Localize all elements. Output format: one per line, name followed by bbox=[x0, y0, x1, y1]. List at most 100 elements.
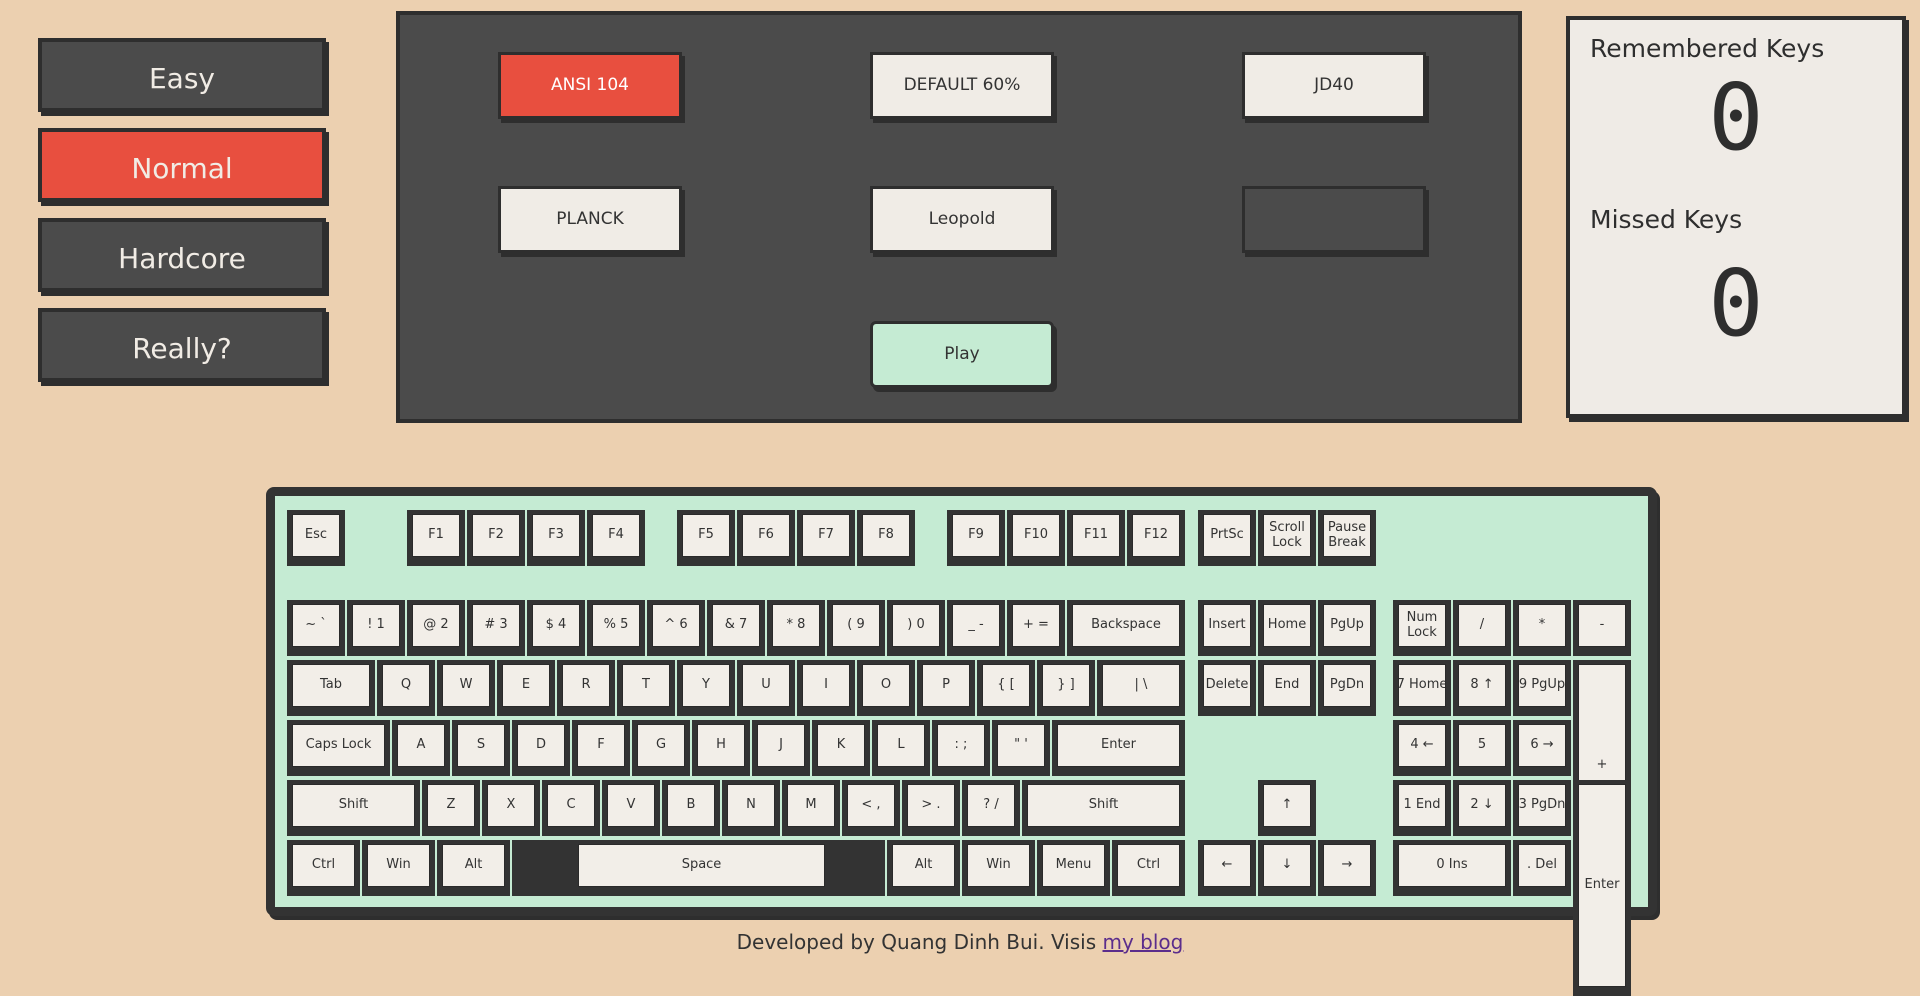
layout-jd40-button[interactable]: JD40 bbox=[1242, 52, 1426, 119]
difficulty-normal-button[interactable]: Normal bbox=[38, 128, 326, 202]
key[interactable]: . Del bbox=[1513, 840, 1571, 896]
key[interactable]: Scroll Lock bbox=[1258, 510, 1316, 566]
key[interactable]: Pause Break bbox=[1318, 510, 1376, 566]
key[interactable]: P bbox=[917, 660, 975, 716]
key[interactable]: # 3 bbox=[467, 600, 525, 656]
key[interactable]: Win bbox=[962, 840, 1035, 896]
key[interactable]: V bbox=[602, 780, 660, 836]
key[interactable]: F3 bbox=[527, 510, 585, 566]
key[interactable]: ^ 6 bbox=[647, 600, 705, 656]
key[interactable]: N bbox=[722, 780, 780, 836]
key[interactable]: Tab bbox=[287, 660, 375, 716]
key[interactable]: < , bbox=[842, 780, 900, 836]
key[interactable]: 3 PgDn bbox=[1513, 780, 1571, 836]
key[interactable]: → bbox=[1318, 840, 1376, 896]
key[interactable]: C bbox=[542, 780, 600, 836]
key[interactable]: D bbox=[512, 720, 570, 776]
key[interactable]: F12 bbox=[1127, 510, 1185, 566]
key[interactable]: Win bbox=[362, 840, 435, 896]
key[interactable]: 4 ← bbox=[1393, 720, 1451, 776]
key[interactable]: * bbox=[1513, 600, 1571, 656]
key[interactable]: / bbox=[1453, 600, 1511, 656]
key[interactable]: R bbox=[557, 660, 615, 716]
key[interactable]: F8 bbox=[857, 510, 915, 566]
layout-leopold-button[interactable]: Leopold bbox=[870, 186, 1054, 253]
key[interactable]: * 8 bbox=[767, 600, 825, 656]
key[interactable]: - bbox=[1573, 600, 1631, 656]
key[interactable]: S bbox=[452, 720, 510, 776]
key[interactable]: 6 → bbox=[1513, 720, 1571, 776]
key[interactable]: F7 bbox=[797, 510, 855, 566]
key[interactable]: ? / bbox=[962, 780, 1020, 836]
key[interactable]: ! 1 bbox=[347, 600, 405, 656]
key[interactable]: Alt bbox=[437, 840, 510, 896]
key[interactable]: T bbox=[617, 660, 675, 716]
key[interactable]: G bbox=[632, 720, 690, 776]
key[interactable]: W bbox=[437, 660, 495, 716]
key[interactable]: F1 bbox=[407, 510, 465, 566]
key[interactable]: 0 Ins bbox=[1393, 840, 1511, 896]
play-button[interactable]: Play bbox=[870, 321, 1054, 388]
key[interactable]: : ; bbox=[932, 720, 990, 776]
key[interactable]: 8 ↑ bbox=[1453, 660, 1511, 716]
key[interactable]: F10 bbox=[1007, 510, 1065, 566]
key[interactable]: + = bbox=[1007, 600, 1065, 656]
key[interactable]: } ] bbox=[1037, 660, 1095, 716]
key[interactable]: PrtSc bbox=[1198, 510, 1256, 566]
key[interactable]: @ 2 bbox=[407, 600, 465, 656]
key[interactable]: O bbox=[857, 660, 915, 716]
key[interactable]: 7 Home bbox=[1393, 660, 1451, 716]
key[interactable]: 9 PgUp bbox=[1513, 660, 1571, 716]
key[interactable]: E bbox=[497, 660, 555, 716]
key[interactable]: PgDn bbox=[1318, 660, 1376, 716]
key[interactable]: Shift bbox=[1022, 780, 1185, 836]
key[interactable]: Space bbox=[512, 840, 885, 896]
key[interactable]: Insert bbox=[1198, 600, 1256, 656]
key[interactable]: Menu bbox=[1037, 840, 1110, 896]
key[interactable]: I bbox=[797, 660, 855, 716]
key[interactable]: Y bbox=[677, 660, 735, 716]
key[interactable]: End bbox=[1258, 660, 1316, 716]
key[interactable]: Ctrl bbox=[1112, 840, 1185, 896]
difficulty-easy-button[interactable]: Easy bbox=[38, 38, 326, 112]
key[interactable]: $ 4 bbox=[527, 600, 585, 656]
key[interactable]: A bbox=[392, 720, 450, 776]
key[interactable]: 2 ↓ bbox=[1453, 780, 1511, 836]
key[interactable]: F2 bbox=[467, 510, 525, 566]
layout-default60-button[interactable]: DEFAULT 60% bbox=[870, 52, 1054, 119]
key[interactable]: Ctrl bbox=[287, 840, 360, 896]
key[interactable]: 5 bbox=[1453, 720, 1511, 776]
key[interactable]: Shift bbox=[287, 780, 420, 836]
key[interactable]: ↓ bbox=[1258, 840, 1316, 896]
key[interactable]: { [ bbox=[977, 660, 1035, 716]
key[interactable]: ↑ bbox=[1258, 780, 1316, 836]
key[interactable]: F6 bbox=[737, 510, 795, 566]
key[interactable]: ~ ` bbox=[287, 600, 345, 656]
key[interactable]: Backspace bbox=[1067, 600, 1185, 656]
key[interactable]: Delete bbox=[1198, 660, 1256, 716]
key[interactable]: " ' bbox=[992, 720, 1050, 776]
key[interactable]: F bbox=[572, 720, 630, 776]
key[interactable]: Esc bbox=[287, 510, 345, 566]
layout-ansi104-button[interactable]: ANSI 104 bbox=[498, 52, 682, 119]
key[interactable]: Num Lock bbox=[1393, 600, 1451, 656]
key[interactable]: PgUp bbox=[1318, 600, 1376, 656]
key[interactable]: F5 bbox=[677, 510, 735, 566]
layout-planck-button[interactable]: PLANCK bbox=[498, 186, 682, 253]
key[interactable]: & 7 bbox=[707, 600, 765, 656]
key[interactable]: F4 bbox=[587, 510, 645, 566]
layout-empty-button[interactable] bbox=[1242, 186, 1426, 253]
key[interactable]: Q bbox=[377, 660, 435, 716]
key[interactable]: J bbox=[752, 720, 810, 776]
key[interactable]: F9 bbox=[947, 510, 1005, 566]
key[interactable]: H bbox=[692, 720, 750, 776]
difficulty-hardcore-button[interactable]: Hardcore bbox=[38, 218, 326, 292]
key[interactable]: F11 bbox=[1067, 510, 1125, 566]
key[interactable]: Home bbox=[1258, 600, 1316, 656]
key[interactable]: Enter bbox=[1052, 720, 1185, 776]
key[interactable]: L bbox=[872, 720, 930, 776]
key[interactable]: 1 End bbox=[1393, 780, 1451, 836]
key[interactable]: % 5 bbox=[587, 600, 645, 656]
key[interactable]: | \ bbox=[1097, 660, 1185, 716]
blog-link[interactable]: my blog bbox=[1103, 930, 1184, 954]
